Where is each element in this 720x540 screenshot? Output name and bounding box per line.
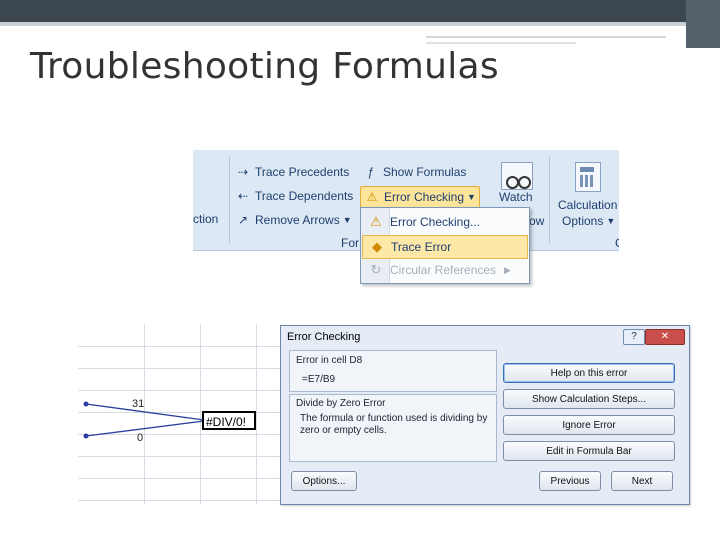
formula-text: =E7/B9 bbox=[302, 374, 336, 385]
help-on-error-button[interactable]: Help on this error bbox=[503, 363, 675, 383]
error-type: Divide by Zero Error bbox=[296, 398, 386, 409]
edit-in-formula-bar-button[interactable]: Edit in Formula Bar bbox=[503, 441, 675, 461]
ignore-error-button[interactable]: Ignore Error bbox=[503, 415, 675, 435]
error-cell[interactable]: #DIV/0! bbox=[202, 411, 256, 430]
close-icon[interactable]: ✕ bbox=[645, 329, 685, 345]
dialog-title: Error Checking bbox=[287, 331, 361, 343]
show-calculation-steps-button[interactable]: Show Calculation Steps... bbox=[503, 389, 675, 409]
trace-arrow-dot bbox=[83, 433, 89, 439]
trace-arrow-line bbox=[85, 420, 205, 437]
error-description-panel: Divide by Zero Error The formula or func… bbox=[289, 394, 497, 462]
next-button[interactable]: Next bbox=[611, 471, 673, 491]
error-checking-dialog: Error Checking ? ✕ Error in cell D8 =E7/… bbox=[280, 325, 690, 505]
options-button[interactable]: Options... bbox=[291, 471, 357, 491]
trace-arrow-line bbox=[85, 403, 205, 421]
error-description: The formula or function used is dividing… bbox=[300, 413, 488, 436]
previous-button[interactable]: Previous bbox=[539, 471, 601, 491]
cell-value[interactable]: 31 bbox=[132, 398, 144, 410]
trace-arrow-dot bbox=[83, 401, 89, 407]
error-location-label: Error in cell D8 bbox=[296, 355, 363, 366]
cell-value[interactable]: 0 bbox=[137, 432, 143, 444]
help-icon[interactable]: ? bbox=[623, 329, 645, 345]
error-location-panel: Error in cell D8 =E7/B9 bbox=[289, 350, 497, 392]
